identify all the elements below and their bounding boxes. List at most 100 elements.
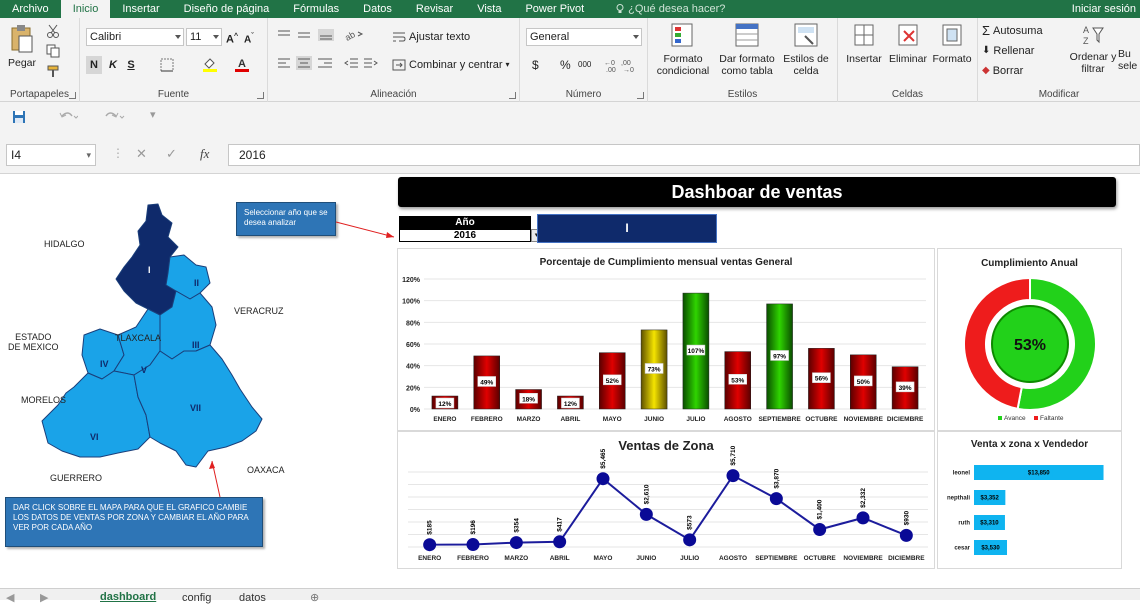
data-label: 53% <box>731 377 744 384</box>
sign-in-link[interactable]: Iniciar sesión <box>1072 0 1136 18</box>
customize-qat-icon[interactable]: ▾ <box>150 108 156 121</box>
font-size-select[interactable]: 11 <box>186 28 222 46</box>
sheet-tab-dashboard[interactable]: dashboard <box>100 591 156 603</box>
svg-text:A: A <box>1083 25 1089 35</box>
fill-button[interactable]: ⬇ Rellenar <box>982 42 1034 60</box>
tell-me-search[interactable]: ¿Qué desea hacer? <box>596 3 725 15</box>
data-label: $354 <box>513 518 520 533</box>
bold-button[interactable]: N <box>86 56 102 74</box>
delete-cells-button[interactable]: Eliminar <box>886 22 930 65</box>
paste-button[interactable]: Pegar <box>4 24 40 69</box>
formula-input[interactable]: 2016 <box>228 144 1140 166</box>
find-select-button[interactable]: Bu sele <box>1118 48 1140 72</box>
map-zone-VI[interactable] <box>41 370 151 458</box>
italic-button[interactable]: K <box>106 56 120 74</box>
x-tick-label: ENERO <box>433 416 456 423</box>
copy-icon[interactable] <box>46 44 60 58</box>
tab-archivo[interactable]: Archivo <box>0 0 61 18</box>
launcher-portapapeles-icon[interactable] <box>69 92 76 99</box>
name-box[interactable]: I4 ▾ <box>6 144 96 166</box>
shrink-font-button[interactable]: Aˇ <box>244 28 254 46</box>
conditional-format-button[interactable]: Formato condicional <box>652 22 714 77</box>
currency-button[interactable]: $ <box>532 56 539 74</box>
format-cells-button[interactable]: Formato <box>930 22 974 65</box>
launcher-numero-icon[interactable] <box>637 92 644 99</box>
callout-year-arrow <box>335 221 395 238</box>
insert-function-icon[interactable]: fx <box>200 146 209 162</box>
sheet-tab-config[interactable]: config <box>182 592 211 604</box>
data-label: $13,850 <box>1028 471 1050 477</box>
monthly-percent-chart: 0% 20% 40% 60% 80% 100% 120% 12% ENERO 49% FEBRERO… <box>402 277 926 423</box>
tab-insertar[interactable]: Insertar <box>110 0 171 18</box>
undo-icon[interactable] <box>58 110 78 124</box>
font-name-select[interactable]: Calibri <box>86 28 184 46</box>
tab-datos[interactable]: Datos <box>351 0 404 18</box>
group-numero: General $ % 000 ←0,00,00 →0 Número <box>520 18 648 102</box>
sort-filter-button[interactable]: AZ Ordenar y filtrar <box>1068 22 1118 75</box>
name-box-value: I4 <box>11 148 22 162</box>
insert-cells-icon <box>854 24 874 46</box>
y-tick-label: cesar <box>954 546 970 552</box>
save-icon[interactable] <box>12 110 26 124</box>
x-tick-label: JULIO <box>686 416 705 423</box>
more-icon: ⋮ <box>112 146 124 160</box>
sheet-tab-datos[interactable]: datos <box>239 592 266 604</box>
thousands-button[interactable]: 000 <box>578 56 591 74</box>
decimal-icon[interactable]: ←0,00,00→0 <box>604 58 636 72</box>
underline-button[interactable]: S <box>124 56 138 74</box>
tab-vista[interactable]: Vista <box>465 0 513 18</box>
cell-styles-button[interactable]: Estilos de celda <box>778 22 834 77</box>
redo-icon[interactable] <box>104 110 126 124</box>
tab-inicio[interactable]: Inicio <box>60 0 111 18</box>
orientation-icon[interactable]: ab <box>344 28 364 42</box>
insert-cells-button[interactable]: Insertar <box>842 22 886 65</box>
year-select[interactable]: 2016 <box>399 229 531 242</box>
chevron-down-icon[interactable]: ▾ <box>86 145 91 165</box>
chevron-down-icon[interactable]: ▾ <box>506 56 510 74</box>
launcher-fuente-icon[interactable] <box>257 92 264 99</box>
x-tick-label: SEPTIEMBRE <box>755 555 798 562</box>
launcher-alineacion-icon[interactable] <box>509 92 516 99</box>
tab-diseno-pagina[interactable]: Diseño de página <box>172 0 282 18</box>
zone-sales-line-chart: $185 ENERO $196 FEBRERO $354 MARZO $417 ABRIL $5… <box>408 445 928 562</box>
add-sheet-icon[interactable]: ⊕ <box>310 592 319 604</box>
data-label: 12% <box>438 401 451 408</box>
fill-color-icon[interactable] <box>202 56 218 72</box>
legend-swatch <box>1034 416 1038 420</box>
format-as-table-button[interactable]: Dar formato como tabla <box>718 22 776 77</box>
callout-map: DAR CLICK SOBRE EL MAPA PARA QUE EL GRAF… <box>5 497 263 547</box>
grow-font-button[interactable]: A^ <box>226 28 238 46</box>
tab-formulas[interactable]: Fórmulas <box>281 0 351 18</box>
format-painter-icon[interactable] <box>46 64 60 78</box>
tab-revisar[interactable]: Revisar <box>404 0 465 18</box>
map-zone-I[interactable] <box>115 203 179 316</box>
indent-icon[interactable] <box>344 56 380 70</box>
insert-cells-label: Insertar <box>846 53 882 65</box>
x-tick-label: ABRIL <box>560 416 580 423</box>
line-point <box>466 538 480 552</box>
svg-text:,00: ,00 <box>621 60 631 67</box>
align-left-icon[interactable] <box>276 56 336 70</box>
cancel-icon[interactable]: ✕ <box>136 146 147 162</box>
font-color-icon[interactable]: A <box>234 56 250 72</box>
group-label-portapapeles: Portapapeles <box>10 89 69 100</box>
enter-icon[interactable]: ✓ <box>166 146 177 162</box>
cut-icon[interactable] <box>46 24 60 38</box>
next-sheet-icon[interactable]: ▶ <box>40 592 48 604</box>
clear-button[interactable]: ◆ Borrar <box>982 62 1023 80</box>
borders-icon[interactable] <box>160 58 174 72</box>
align-top-icon[interactable] <box>276 28 336 42</box>
autosum-button[interactable]: Σ Autosuma <box>982 22 1043 40</box>
tab-power-pivot[interactable]: Power Pivot <box>513 0 596 18</box>
wrap-text-button[interactable]: Ajustar texto <box>392 28 470 46</box>
y-tick-label: 20% <box>406 385 421 392</box>
paste-label: Pegar <box>7 57 37 69</box>
number-format-select[interactable]: General <box>526 28 642 46</box>
percent-button[interactable]: % <box>560 56 571 74</box>
line-point <box>683 533 697 547</box>
prev-sheet-icon[interactable]: ◀ <box>6 592 14 604</box>
merge-center-button[interactable]: Combinar y centrar ▾ <box>392 56 510 74</box>
conditional-format-label-1: Formato <box>663 53 703 65</box>
group-estilos: Formato condicional Dar formato como tab… <box>648 18 838 102</box>
group-portapapeles: Pegar Portapapeles <box>0 18 80 102</box>
